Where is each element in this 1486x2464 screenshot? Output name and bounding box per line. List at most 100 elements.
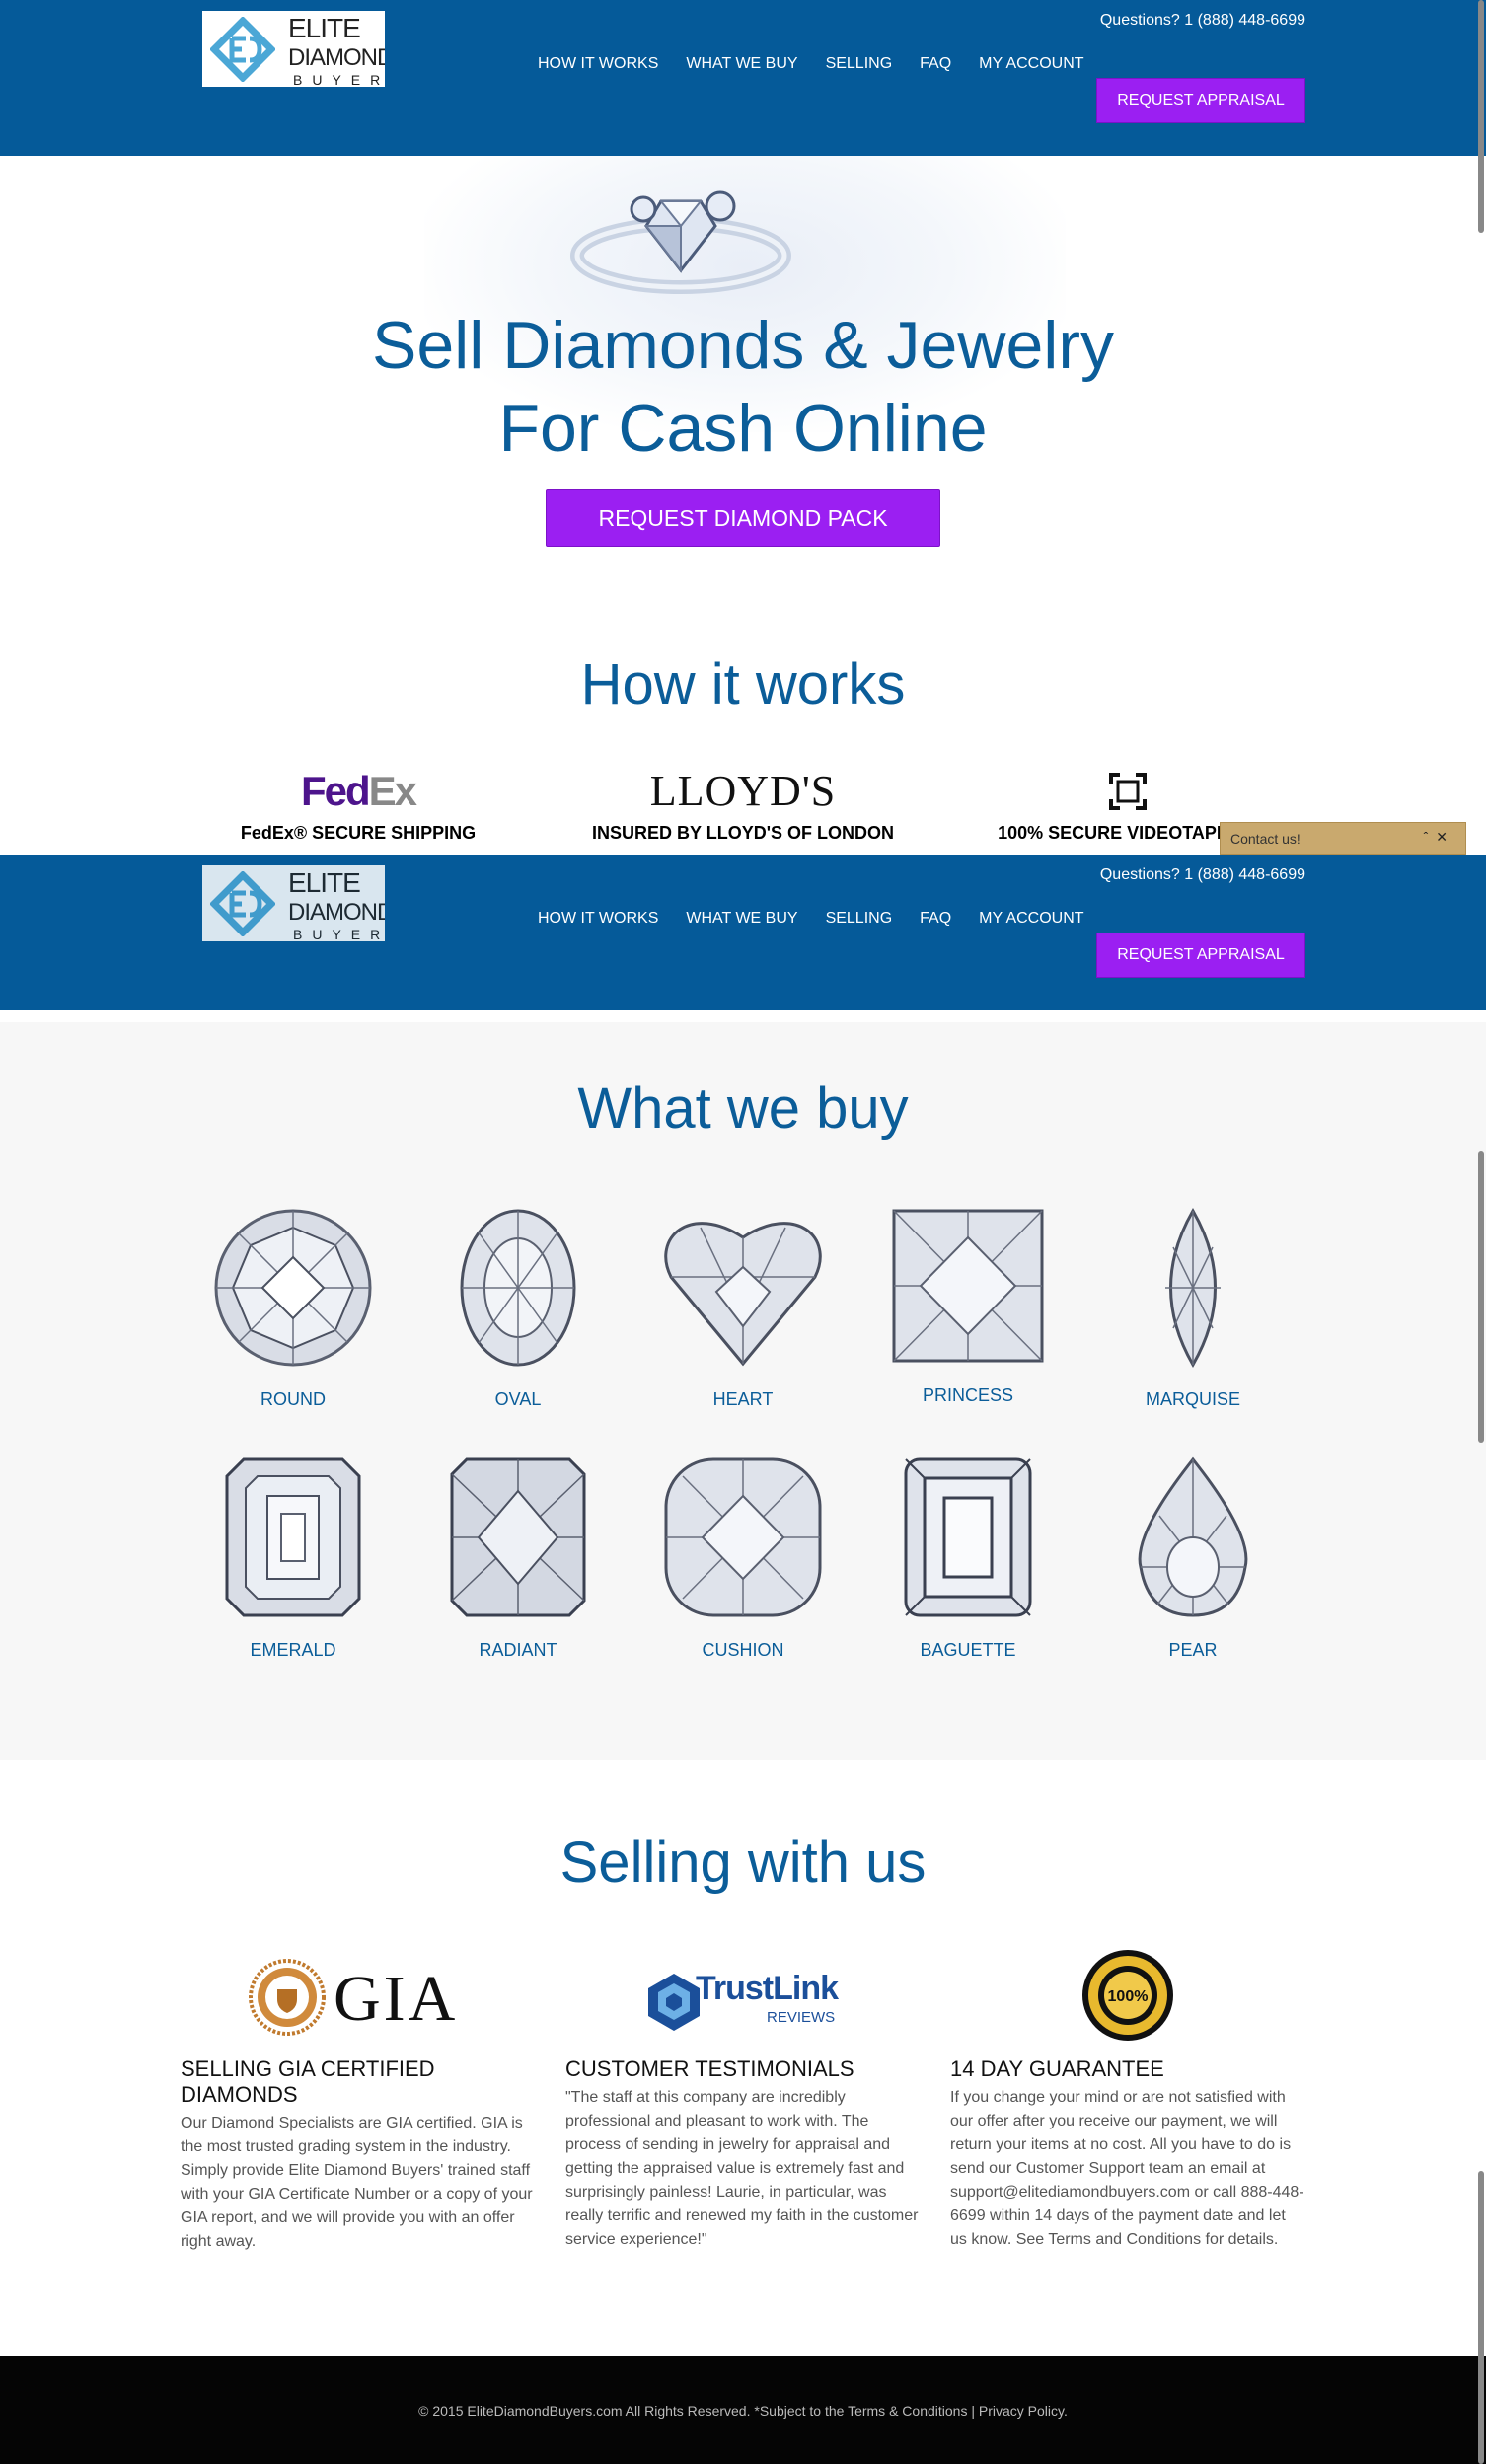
guarantee-column: 100% 14 DAY GUARANTEE If you change your… <box>950 1950 1305 2252</box>
gia-wordmark: GIA <box>334 1963 459 2035</box>
site-logo[interactable]: ELITE DIAMOND BUYERS <box>202 11 385 87</box>
trustlink-reviews: REVIEWS <box>767 2009 836 2026</box>
phone-questions[interactable]: Questions? 1 (888) 448-6699 <box>1100 12 1305 30</box>
shape-label: PEAR <box>1168 1640 1218 1660</box>
main-nav: HOW IT WORKS WHAT WE BUY SELLING FAQ MY … <box>538 910 1112 928</box>
trustlink-cubes-icon <box>648 1974 700 2031</box>
logo-word-elite: ELITE <box>288 13 361 43</box>
scrollbar-thumb[interactable] <box>1478 0 1484 233</box>
hero-title-line1: Sell Diamonds & Jewelry <box>371 308 1115 383</box>
site-logo[interactable]: ELITE DIAMOND BUYERS <box>202 865 385 941</box>
phone-questions[interactable]: Questions? 1 (888) 448-6699 <box>1100 866 1305 884</box>
shape-cushion[interactable]: CUSHION <box>631 1456 855 1661</box>
hero-title-line2: For Cash Online <box>498 391 988 466</box>
shape-radiant[interactable]: RADIANT <box>406 1456 631 1661</box>
satisfaction-guaranteed-icon: 100% <box>1082 1950 1173 2041</box>
fedex-logo: FedEx <box>300 768 417 814</box>
shape-round[interactable]: ROUND <box>181 1208 406 1410</box>
testimonials-heading: CUSTOMER TESTIMONIALS <box>565 2056 854 2081</box>
nav-faq[interactable]: FAQ <box>920 55 951 73</box>
close-icon[interactable]: ✕ <box>1436 829 1455 845</box>
shape-princess[interactable]: PRINCESS <box>855 1208 1080 1406</box>
gia-logo: GIA <box>181 1954 536 2039</box>
shape-label: MARQUISE <box>1145 1389 1240 1409</box>
testimonials-column: TrustLink REVIEWS CUSTOMER TESTIMONIALS … <box>565 1954 921 2252</box>
how-item-caption: INSURED BY LLOYD'S OF LONDON <box>592 823 894 843</box>
nav-what-we-buy[interactable]: WHAT WE BUY <box>686 910 797 928</box>
what-we-buy-title: What we buy <box>577 1077 909 1141</box>
shape-label: OVAL <box>494 1389 542 1409</box>
request-appraisal-button[interactable]: REQUEST APPRAISAL <box>1096 78 1305 123</box>
footer-copyright: © 2015 EliteDiamondBuyers.com All Rights… <box>418 2402 1068 2419</box>
shape-label: BAGUETTE <box>920 1640 1016 1660</box>
how-item-shipping: FedEx FedEx® SECURE SHIPPING <box>161 768 556 844</box>
trustlink-wordmark: TrustLink <box>696 1970 839 2007</box>
logo-word-elite: ELITE <box>288 867 361 898</box>
baguette-diamond-icon <box>904 1457 1032 1617</box>
nav-selling[interactable]: SELLING <box>826 55 893 73</box>
marquise-diamond-icon <box>1165 1208 1221 1368</box>
diamond-logo-icon <box>210 871 275 936</box>
pear-diamond-icon <box>1138 1456 1248 1617</box>
contact-label: Contact us! <box>1230 830 1300 847</box>
shape-pear[interactable]: PEAR <box>1080 1456 1305 1661</box>
round-diamond-icon <box>214 1209 372 1367</box>
oval-diamond-icon <box>460 1209 576 1367</box>
emerald-diamond-icon <box>225 1457 361 1617</box>
guarantee-heading: 14 DAY GUARANTEE <box>950 2056 1164 2081</box>
badge-text: 100% <box>1108 1988 1149 2005</box>
logo-word-buyers: BUYERS <box>293 72 385 87</box>
shape-label: PRINCESS <box>922 1385 1014 1405</box>
diamond-logo-icon <box>210 17 275 82</box>
fullscreen-icon <box>930 768 1325 815</box>
cushion-diamond-icon <box>664 1457 822 1617</box>
gia-column: GIA SELLING GIA CERTIFIED DIAMONDS Our D… <box>181 1954 536 2254</box>
scrollbar-thumb[interactable] <box>1478 1151 1484 1443</box>
guarantee-body: If you change your mind or are not satis… <box>950 2089 1304 2248</box>
nav-what-we-buy[interactable]: WHAT WE BUY <box>686 55 797 73</box>
trustlink-logo: TrustLink REVIEWS <box>565 1954 921 2039</box>
request-diamond-pack-button[interactable]: REQUEST DIAMOND PACK <box>546 489 940 547</box>
logo-word-buyers: BUYERS <box>293 927 385 941</box>
chevron-up-icon[interactable]: ˆ <box>1424 829 1437 845</box>
hero-title: Sell Diamonds & Jewelry For Cash Online <box>0 304 1486 470</box>
radiant-diamond-icon <box>450 1457 586 1617</box>
shape-heart[interactable]: HEART <box>631 1208 855 1410</box>
shape-emerald[interactable]: EMERALD <box>181 1456 406 1661</box>
contact-controls: ˆ✕ <box>1424 829 1455 846</box>
gia-seal-icon <box>249 1959 326 2036</box>
sticky-header: ELITE DIAMOND BUYERS Questions? 1 (888) … <box>0 855 1486 1010</box>
shape-label: CUSHION <box>702 1640 784 1660</box>
shape-baguette[interactable]: BAGUETTE <box>855 1456 1080 1661</box>
site-header: ELITE DIAMOND BUYERS Questions? 1 (888) … <box>0 0 1486 156</box>
shape-label: ROUND <box>260 1389 326 1409</box>
contact-widget[interactable]: Contact us! ˆ✕ <box>1220 822 1466 855</box>
selling-section: Selling with us GIA SELLING GIA CERTIFIE… <box>0 1760 1486 2356</box>
logo-word-diamond: DIAMOND <box>288 899 385 926</box>
how-item-insurance: LLOYD'S INSURED BY LLOYD'S OF LONDON <box>546 768 940 844</box>
shape-oval[interactable]: OVAL <box>406 1208 631 1410</box>
shape-label: EMERALD <box>250 1640 336 1660</box>
diamond-ring-image <box>570 190 791 294</box>
scrollbar-thumb[interactable] <box>1478 2171 1484 2464</box>
nav-my-account[interactable]: MY ACCOUNT <box>979 910 1083 928</box>
nav-my-account[interactable]: MY ACCOUNT <box>979 55 1083 73</box>
nav-faq[interactable]: FAQ <box>920 910 951 928</box>
testimonials-body: "The staff at this company are incredibl… <box>565 2089 919 2248</box>
nav-how-it-works[interactable]: HOW IT WORKS <box>538 55 658 73</box>
lloyds-logo: LLOYD'S <box>649 767 837 815</box>
hero-section: Sell Diamonds & Jewelry For Cash Online … <box>0 156 1486 590</box>
shape-marquise[interactable]: MARQUISE <box>1080 1208 1305 1410</box>
how-item-caption: FedEx® SECURE SHIPPING <box>240 823 477 843</box>
nav-how-it-works[interactable]: HOW IT WORKS <box>538 910 658 928</box>
shape-label: HEART <box>712 1389 774 1409</box>
logo-word-diamond: DIAMOND <box>288 44 385 71</box>
request-appraisal-button[interactable]: REQUEST APPRAISAL <box>1096 933 1305 978</box>
princess-diamond-icon <box>892 1209 1044 1363</box>
what-we-buy-section: What we buy ROUND OVAL HEART PRINCESS MA… <box>0 1022 1486 1760</box>
gia-body: Our Diamond Specialists are GIA certifie… <box>181 2115 533 2250</box>
satisfaction-badge: 100% <box>950 1950 1305 2041</box>
heart-diamond-icon <box>664 1222 822 1367</box>
nav-selling[interactable]: SELLING <box>826 910 893 928</box>
shape-label: RADIANT <box>479 1640 557 1660</box>
